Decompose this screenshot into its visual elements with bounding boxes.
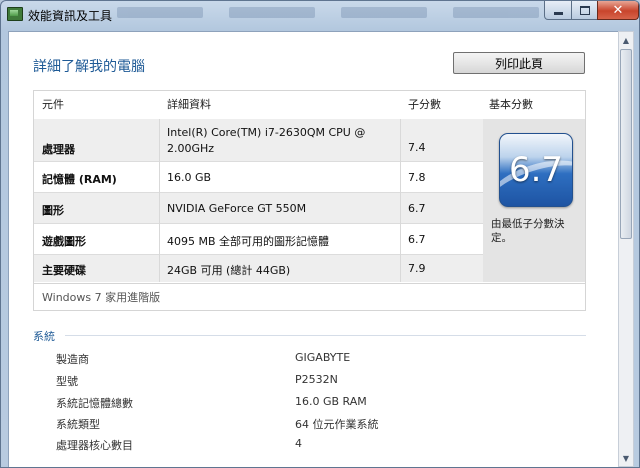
windows-edition: Windows 7 家用進階版 xyxy=(34,283,585,310)
close-button[interactable]: ✕ xyxy=(597,1,639,20)
minimize-icon xyxy=(553,11,563,15)
table-row-gaming-graphics: 遊戲圖形 4095 MB 全部可用的圖形記憶體 6.7 xyxy=(34,224,483,254)
close-icon: ✕ xyxy=(612,2,624,18)
title-bar[interactable]: 效能資訊及工具 ✕ xyxy=(1,1,639,27)
detail-text: Intel(R) Core(TM) i7-2630QM CPU @ xyxy=(167,126,366,139)
detail-text: 16.0 GB xyxy=(167,171,212,184)
table-row-processor: 處理器 Intel(R) Core(TM) i7-2630QM CPU @ 2.… xyxy=(34,119,483,161)
system-row: 製造商 GIGABYTE xyxy=(9,351,609,369)
table-row-memory: 記憶體 (RAM) 16.0 GB 7.8 xyxy=(34,162,483,192)
blurred-tab xyxy=(117,7,203,18)
scrollbar-thumb[interactable] xyxy=(620,49,632,239)
system-value: 16.0 GB RAM xyxy=(295,395,367,408)
system-label: 型號 xyxy=(56,375,78,388)
component-label: 遊戲圖形 xyxy=(42,235,86,248)
header-base-score: 基本分數 xyxy=(489,98,533,111)
component-label: 記憶體 (RAM) xyxy=(42,173,117,186)
subscore-value: 7.4 xyxy=(408,141,426,154)
print-page-button[interactable]: 列印此頁 xyxy=(453,52,585,74)
subscore-value: 7.8 xyxy=(408,171,426,184)
base-score-area: 6.7 由最低子分數決定。 xyxy=(483,119,585,282)
maximize-icon xyxy=(579,5,590,15)
header-subscore: 子分數 xyxy=(408,98,441,111)
component-label: 主要硬碟 xyxy=(42,264,86,277)
detail-text: 24GB 可用 (總計 44GB) xyxy=(167,264,291,277)
subscore-value: 6.7 xyxy=(408,233,426,246)
base-score-badge: 6.7 xyxy=(499,133,573,207)
component-label: 圖形 xyxy=(42,204,64,217)
system-value: 64 位元作業系統 xyxy=(295,418,379,431)
system-row: 系統記憶體總數 16.0 GB RAM xyxy=(9,395,609,413)
scroll-down-arrow-icon[interactable]: ▼ xyxy=(619,450,633,466)
page-title: 詳細了解我的電腦 xyxy=(33,59,145,75)
base-score-value: 6.7 xyxy=(508,150,564,190)
subscore-value: 7.9 xyxy=(408,262,426,275)
section-title-system: 系統 xyxy=(33,330,55,343)
table-row-hard-disk: 主要硬碟 24GB 可用 (總計 44GB) 7.9 xyxy=(34,255,483,282)
detail-text: NVIDIA GeForce GT 550M xyxy=(167,202,307,215)
header-component: 元件 xyxy=(42,98,64,111)
system-value: 4 xyxy=(295,437,302,450)
blurred-tab xyxy=(341,7,427,18)
minimize-button[interactable] xyxy=(544,1,572,20)
performance-info-icon xyxy=(7,7,23,21)
background-taskbar-blur xyxy=(117,7,539,23)
score-table: 元件 詳細資料 子分數 基本分數 處理器 Intel(R) Core(TM) i… xyxy=(33,90,586,311)
window-title: 效能資訊及工具 xyxy=(28,9,113,23)
column-divider xyxy=(400,119,401,282)
table-row-graphics: 圖形 NVIDIA GeForce GT 550M 6.7 xyxy=(34,193,483,223)
blurred-tab xyxy=(453,7,539,18)
system-value: GIGABYTE xyxy=(295,351,351,364)
system-label: 系統類型 xyxy=(56,418,100,431)
system-label: 製造商 xyxy=(56,353,89,366)
component-label: 處理器 xyxy=(42,143,75,156)
detail-text: 2.00GHz xyxy=(167,142,215,155)
performance-window: 效能資訊及工具 ✕ 詳細了解我的電腦 列印此頁 元件 詳細資料 子分數 基本分數… xyxy=(0,0,640,468)
blurred-tab xyxy=(229,7,315,18)
base-score-caption: 由最低子分數決定。 xyxy=(491,218,565,244)
system-label: 處理器核心數目 xyxy=(56,439,133,452)
subscore-value: 6.7 xyxy=(408,202,426,215)
system-row: 系統類型 64 位元作業系統 xyxy=(9,416,609,434)
content-area: 詳細了解我的電腦 列印此頁 元件 詳細資料 子分數 基本分數 處理器 Intel… xyxy=(8,31,619,467)
detail-text: 4095 MB 全部可用的圖形記憶體 xyxy=(167,235,330,248)
maximize-button[interactable] xyxy=(571,1,598,20)
system-row: 處理器核心數目 4 xyxy=(9,437,609,455)
column-divider xyxy=(159,119,160,282)
system-label: 系統記憶體總數 xyxy=(56,397,133,410)
vertical-scrollbar[interactable]: ▲ ▼ xyxy=(618,31,634,467)
header-detail: 詳細資料 xyxy=(167,98,211,111)
section-divider xyxy=(65,335,586,336)
system-value: P2532N xyxy=(295,373,338,386)
system-row: 型號 P2532N xyxy=(9,373,609,391)
scroll-up-arrow-icon[interactable]: ▲ xyxy=(619,32,633,48)
